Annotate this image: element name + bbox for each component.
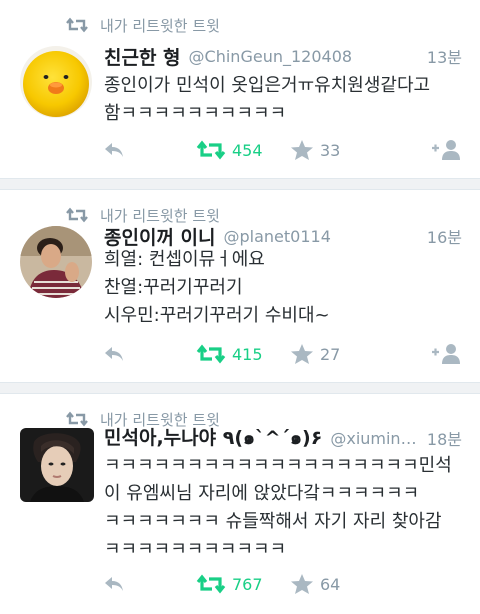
timestamp: 16분 (426, 228, 462, 247)
favorite-button[interactable]: 33 (290, 136, 340, 164)
retweet-icon (66, 207, 88, 223)
reply-button[interactable] (102, 340, 126, 368)
add-user-icon (432, 344, 460, 364)
tweet[interactable]: 내가 리트윗한 트윗 민석아,누나야 ٩(๑`^´๑)۶ @xiuminn...… (0, 394, 480, 614)
retweeted-label: 내가 리트윗한 트윗 (100, 16, 220, 35)
timeline: 내가 리트윗한 트윗 친근한 형 @ChinGeun_120408 13분 종인… (0, 0, 480, 614)
avatar[interactable] (20, 46, 92, 118)
retweet-icon (196, 344, 226, 364)
tweet-actions: 454 33 (0, 136, 480, 164)
favorite-button[interactable]: 64 (290, 570, 340, 598)
retweet-button[interactable]: 454 (196, 136, 263, 164)
favorite-count: 27 (320, 344, 341, 364)
tweet-actions: 767 64 (0, 570, 480, 598)
tweet-actions: 415 27 (0, 340, 480, 368)
tweet-text: 희열: 컨셉이뮤ㅓ에요 찬열:꾸러기꾸러기 시우민:꾸러기꾸러기 수비대~ (104, 246, 464, 330)
retweeted-indicator: 내가 리트윗한 트윗 (66, 14, 220, 36)
retweet-button[interactable]: 767 (196, 570, 263, 598)
favorite-button[interactable]: 27 (290, 340, 340, 368)
tweet-text-line: 종인이가 민석이 옷입은거ㅠ유치원생같다고 (104, 75, 431, 96)
username[interactable]: @ChinGeun_120408 (189, 47, 421, 66)
display-name[interactable]: 민석아,누나야 ٩(๑`^´๑)۶ (104, 425, 322, 451)
timestamp: 13분 (426, 48, 462, 67)
star-icon (291, 574, 313, 594)
tweet-text-line: 희열: 컨셉이뮤ㅓ에요 (104, 249, 265, 270)
star-icon (291, 140, 313, 160)
person-photo-avatar-icon (20, 428, 94, 502)
retweet-count: 454 (232, 140, 263, 160)
yellow-character-avatar-icon (20, 46, 92, 118)
favorite-count: 33 (320, 140, 341, 160)
tweet-text-line: 찬열:꾸러기꾸러기 (104, 277, 243, 298)
display-name[interactable]: 친근한 형 (104, 43, 181, 69)
avatar[interactable] (20, 428, 94, 502)
retweet-icon (196, 574, 226, 594)
tweet-text: ㅋㅋㅋㅋㅋㅋㅋㅋㅋㅋㅋㅋㅋㅋㅋㅋㅋㅋㅋ민석 이 유엠씨님 자리에 앉았다갘ㅋㅋㅋ… (104, 452, 464, 564)
reply-button[interactable] (102, 570, 126, 598)
retweet-icon (66, 17, 88, 33)
tweet-text-line: ㅋㅋㅋㅋㅋㅋㅋ 슈들짝해서 자기 자리 찾아감 (104, 511, 442, 532)
username[interactable]: @xiuminn... (330, 429, 421, 448)
tweet-text: 종인이가 민석이 옷입은거ㅠ유치원생같다고 함ㅋㅋㅋㅋㅋㅋㅋㅋㅋㅋ (104, 72, 464, 128)
reply-button[interactable] (102, 136, 126, 164)
follow-button[interactable] (430, 340, 462, 368)
retweet-count: 767 (232, 574, 263, 594)
tweet-text-line: 함ㅋㅋㅋㅋㅋㅋㅋㅋㅋㅋ (104, 103, 287, 124)
retweet-button[interactable]: 415 (196, 340, 263, 368)
reply-icon (105, 347, 123, 361)
reply-icon (105, 577, 123, 591)
tweet-text-line: 이 유엠씨님 자리에 앉았다갘ㅋㅋㅋㅋㅋㅋ (104, 483, 420, 504)
person-photo-avatar-icon (20, 226, 92, 298)
follow-button[interactable] (430, 136, 462, 164)
separator (0, 178, 480, 190)
star-icon (291, 344, 313, 364)
favorite-count: 64 (320, 574, 341, 594)
separator (0, 382, 480, 394)
retweet-icon (66, 411, 88, 427)
tweet[interactable]: 내가 리트윗한 트윗 종인이꺼 이니 @planet0114 16분 희열: 컨… (0, 190, 480, 382)
reply-icon (105, 143, 123, 157)
retweet-count: 415 (232, 344, 263, 364)
timestamp: 18분 (426, 430, 462, 449)
add-user-icon (432, 140, 460, 160)
tweet-text-line: ㅋㅋㅋㅋㅋㅋㅋㅋㅋㅋㅋㅋㅋㅋㅋㅋㅋㅋㅋ민석 (104, 455, 452, 476)
avatar[interactable] (20, 226, 92, 298)
tweet-text-line: 시우민:꾸러기꾸러기 수비대~ (104, 305, 330, 326)
tweet[interactable]: 내가 리트윗한 트윗 친근한 형 @ChinGeun_120408 13분 종인… (0, 0, 480, 178)
username[interactable]: @planet0114 (224, 227, 421, 246)
retweet-icon (196, 140, 226, 160)
tweet-text-line: ㅋㅋㅋㅋㅋㅋㅋㅋㅋㅋㅋ (104, 539, 287, 560)
